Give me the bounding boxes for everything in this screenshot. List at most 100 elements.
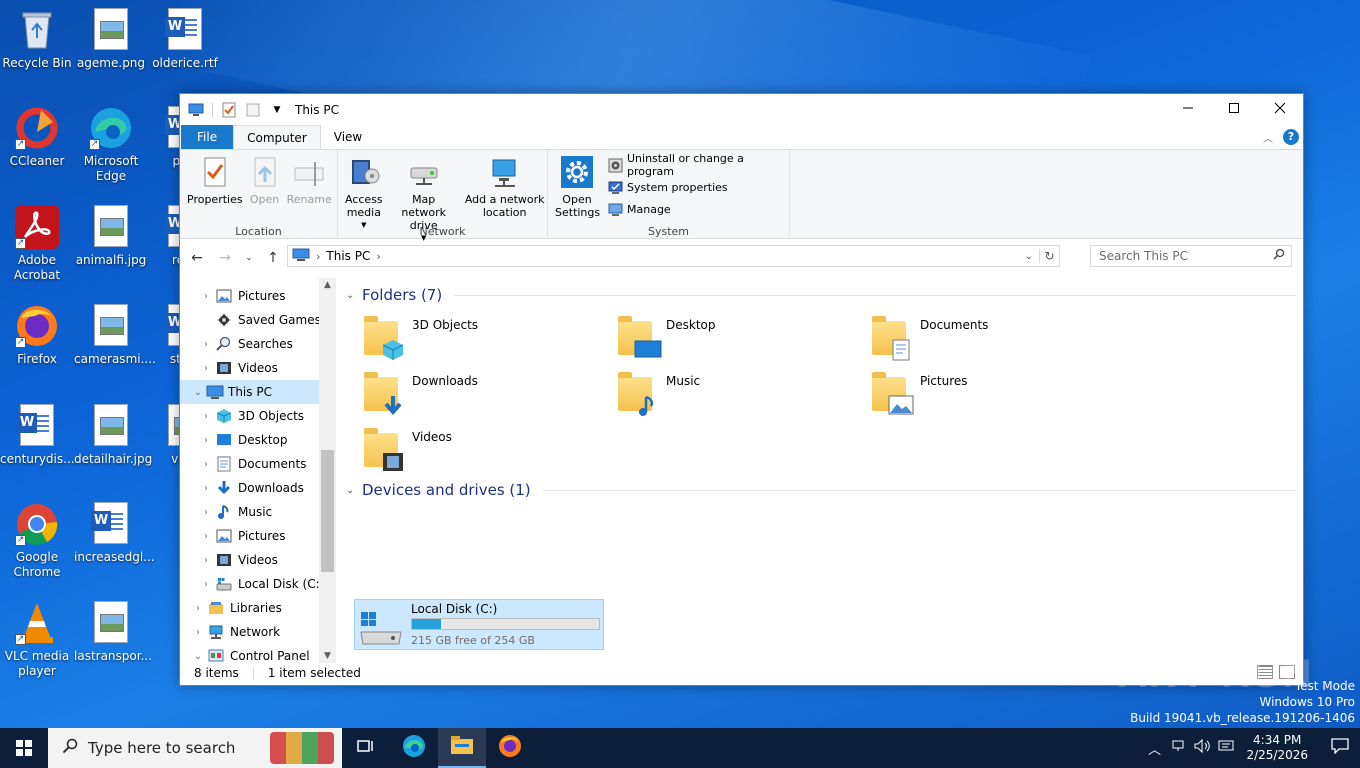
desktop-icon-detailhair[interactable]: detailhair.jpg — [74, 404, 152, 467]
nav-item-pictures[interactable]: › Pictures — [180, 524, 335, 548]
devices-section-header[interactable]: ⌄ Devices and drives (1) — [346, 481, 1296, 499]
desktop-icon-increasedgl[interactable]: W increasedgl... — [74, 502, 155, 565]
desktop-icon-google-chrome[interactable]: ↗ Google Chrome — [0, 502, 74, 580]
expand-chevron-icon[interactable]: › — [198, 555, 214, 566]
breadcrumb-chevron-icon[interactable]: › — [316, 250, 320, 263]
nav-item-pictures-user[interactable]: › Pictures — [180, 284, 335, 308]
folder-desktop[interactable]: Desktop — [594, 312, 834, 362]
expand-chevron-icon[interactable]: › — [198, 579, 214, 590]
breadcrumb-chevron-icon[interactable]: › — [376, 250, 380, 263]
recent-locations-chevron-icon[interactable]: ⌄ — [242, 253, 256, 263]
notification-center-icon[interactable] — [1320, 738, 1360, 758]
desktop-icon-centurydis[interactable]: W centurydis... — [0, 404, 75, 467]
input-method-icon[interactable] — [1214, 739, 1238, 757]
taskbar-edge-button[interactable] — [390, 728, 438, 768]
show-hidden-icons-chevron-icon[interactable]: ︿ — [1142, 739, 1166, 758]
address-bar[interactable]: › This PC › ⌄ ↻ — [287, 245, 1060, 267]
search-highlight-gifts-icon[interactable] — [270, 732, 334, 764]
expand-chevron-icon[interactable]: › — [198, 507, 214, 518]
tab-view[interactable]: View — [321, 125, 375, 149]
network-status-icon[interactable] — [1166, 739, 1190, 757]
taskbar-firefox-button[interactable] — [486, 728, 534, 768]
collapse-chevron-icon[interactable]: ⌄ — [190, 651, 206, 662]
nav-item-documents[interactable]: › Documents — [180, 452, 335, 476]
task-view-button[interactable] — [342, 728, 390, 768]
taskbar-clock[interactable]: 4:34 PM 2/25/2026 — [1246, 733, 1308, 763]
nav-item-network[interactable]: › Network — [180, 620, 335, 644]
close-button[interactable] — [1257, 94, 1303, 124]
desktop-icon-olderice[interactable]: W olderice.rtf — [148, 8, 222, 71]
nav-item-searches[interactable]: › Searches — [180, 332, 335, 356]
scroll-up-arrow-icon[interactable]: ▲ — [319, 280, 336, 290]
scroll-down-arrow-icon[interactable]: ▼ — [319, 651, 336, 661]
collapse-chevron-icon[interactable]: ⌄ — [190, 387, 206, 398]
scrollbar-thumb[interactable] — [321, 450, 334, 572]
desktop-icon-animalfi[interactable]: animalfi.jpg — [74, 205, 148, 268]
desktop-icon-camerasmi[interactable]: camerasmi.... — [74, 304, 156, 367]
properties-qat-icon[interactable] — [221, 102, 237, 118]
desktop-icon-microsoft-edge[interactable]: ↗ Microsoft Edge — [74, 106, 148, 184]
collapse-ribbon-icon[interactable]: ︿ — [1263, 130, 1273, 145]
desktop-icon-ccleaner[interactable]: ↗ CCleaner — [0, 106, 74, 169]
expand-chevron-icon[interactable]: › — [198, 411, 214, 422]
nav-item-libraries[interactable]: › Libraries — [180, 596, 335, 620]
up-arrow-icon[interactable]: ↑ — [262, 250, 284, 266]
desktop-icon-recycle-bin[interactable]: Recycle Bin — [0, 8, 74, 71]
expand-chevron-icon[interactable]: › — [198, 459, 214, 470]
expand-chevron-icon[interactable]: › — [198, 291, 214, 302]
nav-item-local-disk[interactable]: › Local Disk (C:) — [180, 572, 335, 596]
nav-item-videos-user[interactable]: › Videos — [180, 356, 335, 380]
expand-chevron-icon[interactable]: › — [198, 483, 214, 494]
section-collapse-icon[interactable]: ⌄ — [346, 290, 356, 301]
expand-chevron-icon[interactable]: › — [198, 339, 214, 350]
nav-item-saved-games[interactable]: Saved Games — [180, 308, 335, 332]
help-icon[interactable]: ? — [1283, 129, 1299, 145]
nav-item-videos[interactable]: › Videos — [180, 548, 335, 572]
nav-item-this-pc[interactable]: ⌄ This PC — [180, 380, 335, 404]
manage-button[interactable]: Manage — [608, 200, 785, 218]
maximize-button[interactable] — [1211, 94, 1257, 124]
forward-arrow-icon[interactable]: → — [214, 250, 236, 266]
desktop-icon-vlc[interactable]: ↗ VLC media player — [0, 601, 74, 679]
edge-icon — [402, 734, 426, 763]
system-properties-button[interactable]: System properties — [608, 178, 785, 196]
folder-3d-objects[interactable]: 3D Objects — [340, 312, 580, 362]
nav-item-desktop[interactable]: › Desktop — [180, 428, 335, 452]
expand-chevron-icon[interactable]: › — [190, 603, 206, 614]
minimize-button[interactable] — [1165, 94, 1211, 124]
address-dropdown-icon[interactable]: ⌄ — [1025, 251, 1033, 262]
drive-local-disk-c[interactable]: Local Disk (C:) 215 GB free of 254 GB — [354, 599, 604, 650]
nav-item-3d-objects[interactable]: › 3D Objects — [180, 404, 335, 428]
folders-section-header[interactable]: ⌄ Folders (7) — [346, 286, 1296, 304]
folder-documents[interactable]: Documents — [848, 312, 1088, 362]
refresh-icon[interactable]: ↻ — [1039, 249, 1059, 263]
desktop-icon-adobe-acrobat[interactable]: ↗ Adobe Acrobat — [0, 205, 74, 283]
expand-chevron-icon[interactable]: › — [198, 435, 214, 446]
expand-chevron-icon[interactable]: › — [198, 531, 214, 542]
nav-item-downloads[interactable]: › Downloads — [180, 476, 335, 500]
folder-videos[interactable]: Videos — [340, 424, 580, 474]
start-button[interactable] — [0, 728, 48, 768]
volume-icon[interactable] — [1190, 738, 1214, 757]
section-collapse-icon[interactable]: ⌄ — [346, 485, 356, 496]
folder-music[interactable]: Music — [594, 368, 834, 418]
taskbar-file-explorer-button[interactable] — [438, 728, 486, 768]
desktop-icon-lastranspor[interactable]: lastranspor... — [74, 601, 152, 664]
back-arrow-icon[interactable]: ← — [186, 250, 208, 266]
tab-computer[interactable]: Computer — [233, 125, 321, 149]
qat-dropdown-icon[interactable]: ▼ — [269, 102, 285, 118]
expand-chevron-icon[interactable]: › — [198, 363, 214, 374]
desktop-icon-firefox[interactable]: ↗ Firefox — [0, 304, 74, 367]
folder-downloads[interactable]: Downloads — [340, 368, 580, 418]
breadcrumb-this-pc[interactable]: This PC — [326, 249, 370, 263]
nav-item-music[interactable]: › Music — [180, 500, 335, 524]
desktop-icon-ageme[interactable]: ageme.png — [74, 8, 148, 71]
navigation-pane-scrollbar[interactable]: ▲ ▼ — [319, 278, 336, 663]
expand-chevron-icon[interactable]: › — [190, 627, 206, 638]
tab-file[interactable]: File — [181, 125, 234, 149]
search-box[interactable]: Search This PC — [1090, 245, 1292, 267]
uninstall-program-button[interactable]: Uninstall or change a program — [608, 152, 785, 178]
taskbar-search-box[interactable]: Type here to search — [48, 728, 342, 768]
new-folder-qat-icon[interactable] — [245, 102, 261, 118]
folder-pictures[interactable]: Pictures — [848, 368, 1088, 418]
